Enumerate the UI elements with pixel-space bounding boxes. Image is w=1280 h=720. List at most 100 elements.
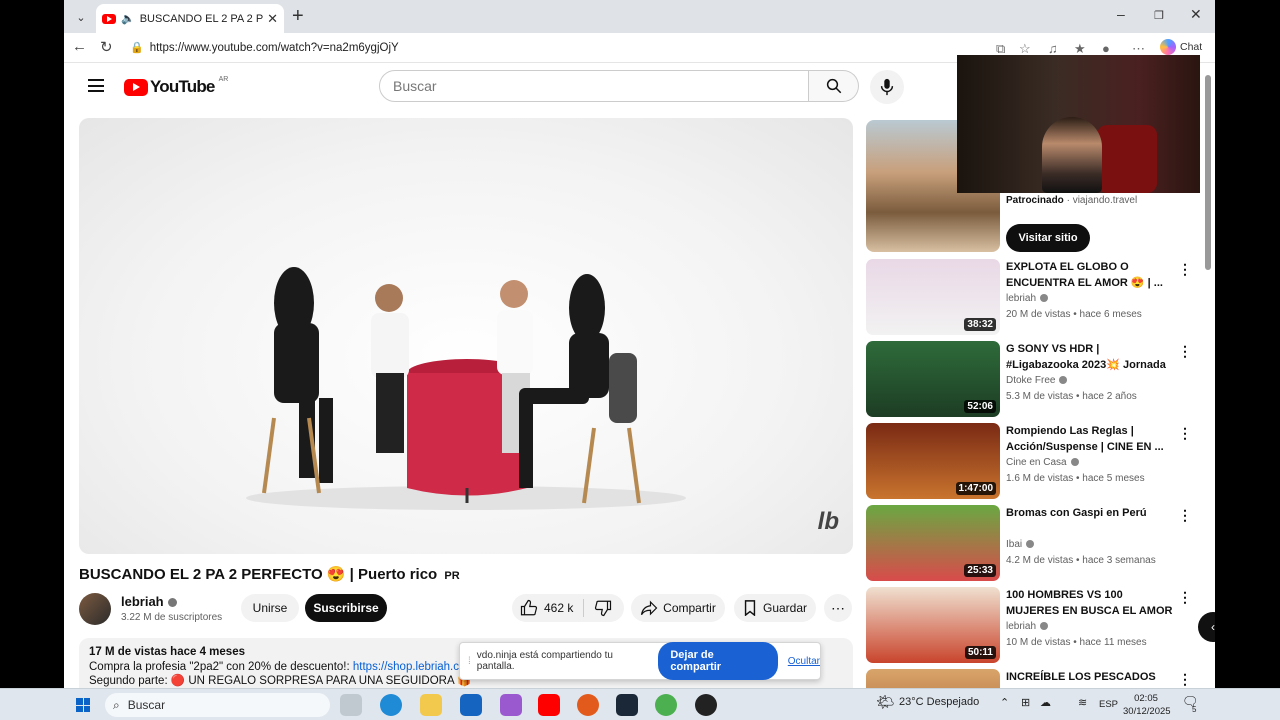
recommendation-card[interactable]: 52:06 G SONY VS HDR | #Ligabazooka 2023💥 … xyxy=(866,341,1206,417)
stop-sharing-button[interactable]: Dejar de compartir xyxy=(658,642,778,680)
video-thumbnail[interactable]: 25:33 xyxy=(866,505,1000,581)
recommendation-title[interactable]: Bromas con Gaspi en Perú xyxy=(1006,505,1174,521)
subscribe-button[interactable]: Suscribirse xyxy=(305,594,387,622)
recommendation-channel[interactable]: lebriah xyxy=(1006,621,1049,632)
copilot-app-icon[interactable] xyxy=(500,694,522,716)
thumbs-down-icon[interactable] xyxy=(594,599,612,617)
tray-expand-icon[interactable]: ⌃ xyxy=(1000,696,1009,709)
profile-icon[interactable]: ● xyxy=(1102,41,1110,56)
clock[interactable]: 02:05 30/12/2025 xyxy=(1123,692,1171,718)
search-button[interactable] xyxy=(809,70,859,102)
video-thumbnail[interactable]: 1:47:00 xyxy=(866,423,1000,499)
task-view-icon[interactable] xyxy=(340,694,362,716)
video-title-suffix: PR xyxy=(444,570,460,582)
more-options-icon[interactable]: ⋮ xyxy=(1178,425,1192,442)
obs-icon[interactable] xyxy=(695,694,717,716)
steam-icon[interactable] xyxy=(616,694,638,716)
verified-icon xyxy=(1059,376,1068,385)
video-thumbnail[interactable]: 50:11 xyxy=(866,587,1000,663)
recommendation-channel[interactable]: Dtoke Free xyxy=(1006,375,1068,386)
scrollbar-thumb[interactable] xyxy=(1205,75,1211,270)
recommendation-channel[interactable]: Ibai xyxy=(1006,539,1035,550)
more-options-icon[interactable]: ⋮ xyxy=(1178,343,1192,360)
share-icon xyxy=(641,600,658,616)
restore-icon[interactable]: ❐ xyxy=(1154,9,1164,22)
url-field[interactable]: 🔒 https://www.youtube.com/watch?v=na2m6y… xyxy=(124,36,964,59)
taskbar-search-label: Buscar xyxy=(127,698,166,712)
more-options-icon[interactable]: ⋮ xyxy=(1178,261,1192,278)
weather-icon[interactable]: 🌤 xyxy=(876,693,895,711)
recommendation-card[interactable]: 38:32 EXPLOTA EL GLOBO O ENCUENTRA EL AMO… xyxy=(866,259,1206,335)
share-button[interactable]: Compartir xyxy=(631,594,725,622)
back-icon[interactable]: ← xyxy=(72,38,87,55)
recommendation-card[interactable]: 25:33 Bromas con Gaspi en Perú Ibai 4.2 M d… xyxy=(866,505,1206,581)
channel-avatar[interactable] xyxy=(79,593,111,625)
recommendation-title[interactable]: Rompiendo Las Reglas | Acción/Suspense |… xyxy=(1006,423,1174,455)
close-window-icon[interactable]: ✕ xyxy=(1190,6,1202,23)
thumbs-up-icon[interactable] xyxy=(520,599,538,617)
copilot-chat-button[interactable]: Chat xyxy=(1160,39,1202,55)
shop-link[interactable]: https://shop.lebriah.com xyxy=(353,661,475,673)
voice-search-button[interactable] xyxy=(870,70,904,104)
video-duration: 25:33 xyxy=(964,564,996,577)
join-button[interactable]: Unirse xyxy=(241,594,299,622)
country-code: AR xyxy=(218,75,229,83)
like-divider xyxy=(583,599,585,617)
recommendation-title[interactable]: G SONY VS HDR | #Ligabazooka 2023💥 Jorna… xyxy=(1006,341,1174,373)
more-options-icon[interactable]: ⋮ xyxy=(1178,589,1192,606)
outlook-icon[interactable] xyxy=(460,694,482,716)
recommendation-card[interactable]: 50:11 100 HOMBRES VS 100 MUJERES EN BUSCA… xyxy=(866,587,1206,663)
close-tab-icon[interactable]: ✕ xyxy=(267,11,278,27)
recommendation-channel[interactable]: lebriah xyxy=(1006,293,1049,304)
recommendation-title[interactable]: INCREÍBLE LOS PESCADOS xyxy=(1006,669,1174,685)
notification-count: 5 xyxy=(1192,705,1197,714)
like-dislike-group: 462 k xyxy=(512,594,624,622)
visit-site-button[interactable]: Visitar sitio xyxy=(1006,224,1090,252)
bookmark-icon xyxy=(744,600,756,616)
chrome-icon[interactable] xyxy=(655,694,677,716)
drag-handle-icon[interactable]: ⁞ xyxy=(468,656,471,667)
tab-actions-icon[interactable]: ⌄ xyxy=(70,6,92,28)
language-indicator[interactable]: ESP xyxy=(1099,699,1118,710)
speaker-icon[interactable]: 🔈 xyxy=(121,12,135,25)
new-tab-icon[interactable]: + xyxy=(292,5,304,28)
recommendation-meta: 5.3 M de vistas • hace 2 años xyxy=(1006,391,1137,402)
onedrive-icon[interactable]: ☁ xyxy=(1040,696,1051,709)
recommendation-title[interactable]: EXPLOTA EL GLOBO O ENCUENTRA EL AMOR 😍 |… xyxy=(1006,259,1174,291)
edge-icon[interactable] xyxy=(380,694,402,716)
weather-text[interactable]: 23°C Despejado xyxy=(899,696,979,708)
minimize-icon[interactable]: – xyxy=(1117,6,1125,22)
taskbar-search-input[interactable]: ⌕ Buscar xyxy=(105,693,330,717)
video-thumbnail[interactable]: 38:32 xyxy=(866,259,1000,335)
brave-icon[interactable] xyxy=(577,694,599,716)
more-options-icon[interactable]: ⋮ xyxy=(1178,671,1192,688)
file-explorer-icon[interactable] xyxy=(420,694,442,716)
video-player[interactable]: lb xyxy=(79,118,853,554)
hide-notice-link[interactable]: Ocultar xyxy=(788,656,820,667)
refresh-icon[interactable]: ↻ xyxy=(100,38,113,56)
recommendation-card[interactable]: 1:47:00 Rompiendo Las Reglas | Acción/Sus… xyxy=(866,423,1206,499)
video-thumbnail[interactable]: 52:06 xyxy=(866,341,1000,417)
like-count[interactable]: 462 k xyxy=(544,601,573,615)
more-options-icon[interactable]: ⋮ xyxy=(1178,507,1192,524)
recommendation-title[interactable]: 100 HOMBRES VS 100 MUJERES EN BUSCA EL A… xyxy=(1006,587,1174,619)
channel-watermark[interactable]: lb xyxy=(818,508,839,536)
video-frame-image xyxy=(246,267,686,510)
search-input[interactable]: Buscar xyxy=(379,70,809,102)
wifi-icon[interactable]: ≋ xyxy=(1078,696,1087,709)
media-control-icon[interactable]: ♫ xyxy=(1048,41,1058,56)
tab-youtube[interactable]: 🔈 BUSCANDO EL 2 PA 2 PERFEC ✕ xyxy=(96,4,284,33)
hamburger-menu-icon[interactable] xyxy=(88,79,104,92)
youtube-logo[interactable]: YouTube AR xyxy=(124,75,229,97)
channel-name[interactable]: lebriah xyxy=(121,594,177,609)
tray-apps-icon[interactable]: ⊞ xyxy=(1021,696,1030,709)
youtube-app-icon[interactable] xyxy=(538,694,560,716)
recommendation-channel-text: lebriah xyxy=(1006,293,1037,304)
search-icon xyxy=(826,78,841,94)
save-button[interactable]: Guardar xyxy=(734,594,816,622)
chat-label: Chat xyxy=(1180,41,1203,53)
recommendation-channel[interactable]: Cine en Casa xyxy=(1006,457,1079,468)
site-info-icon[interactable]: 🔒 xyxy=(130,41,144,54)
more-actions-button[interactable]: ⋯ xyxy=(824,594,852,622)
windows-start-icon[interactable] xyxy=(76,698,90,712)
